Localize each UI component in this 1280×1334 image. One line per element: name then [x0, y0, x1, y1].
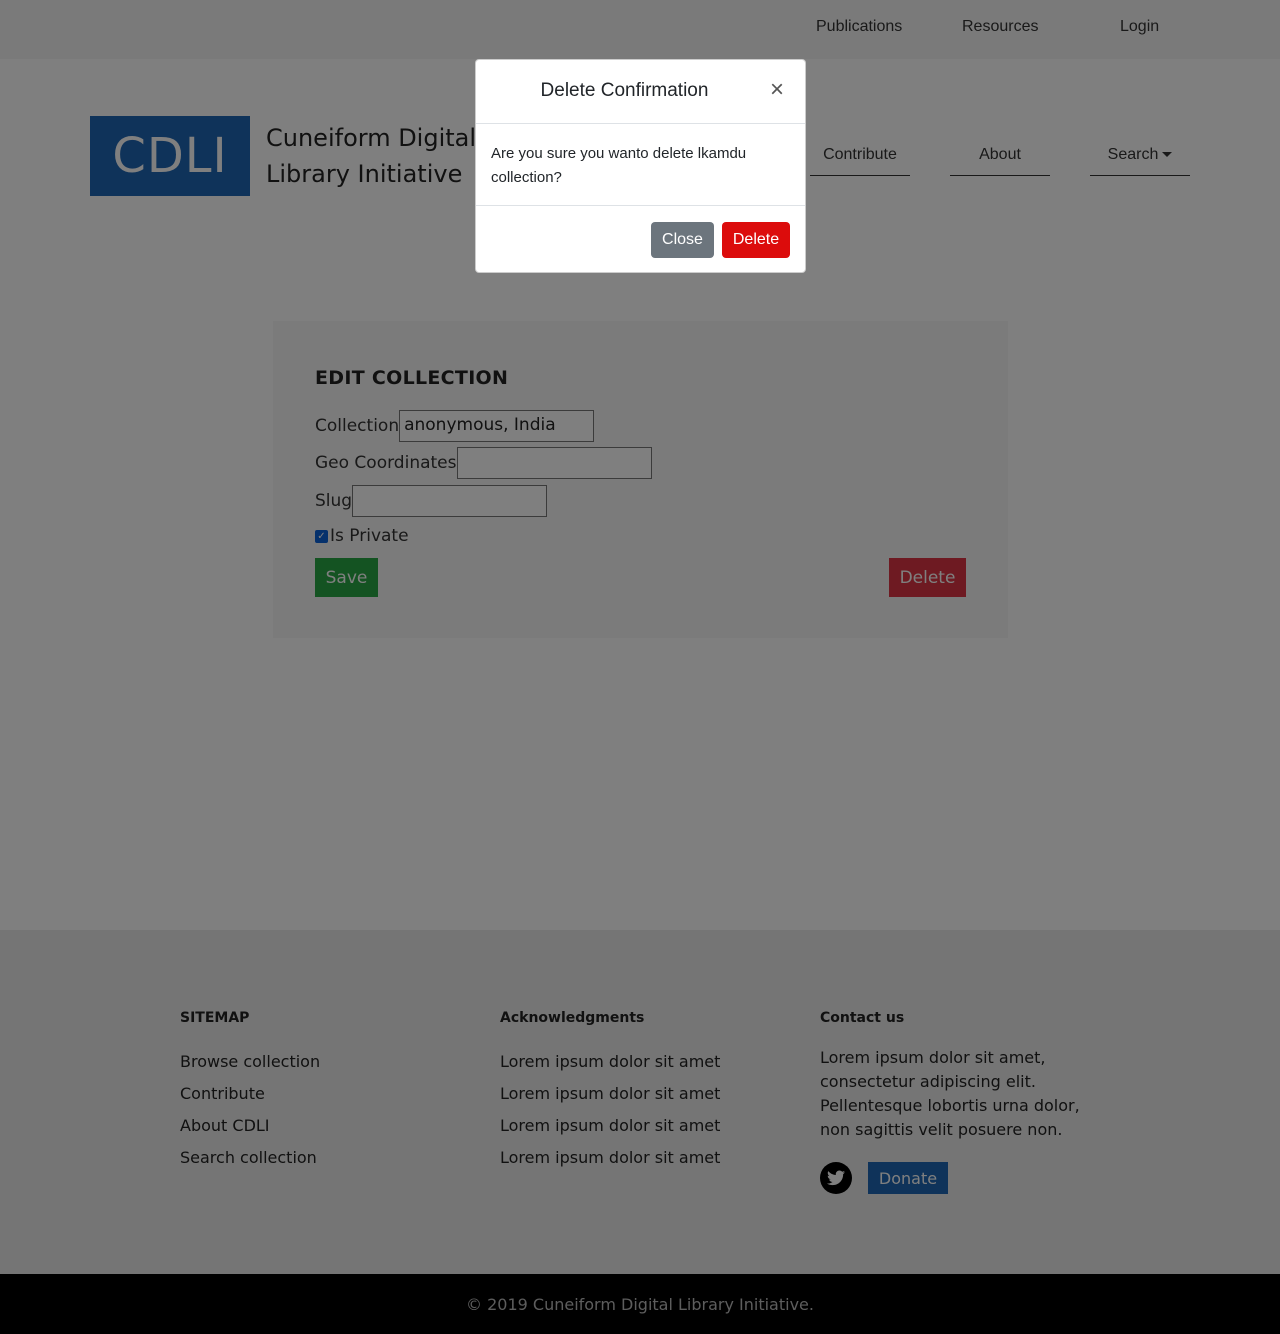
modal-delete-button[interactable]: Delete — [722, 222, 790, 258]
modal-body: Are you sure you wanto delete lkamdu col… — [476, 124, 805, 206]
modal-header: Delete Confirmation × — [476, 60, 805, 124]
close-icon[interactable]: × — [767, 78, 787, 102]
modal-footer: Close Delete — [476, 206, 805, 272]
modal-close-button[interactable]: Close — [651, 222, 714, 258]
modal-title: Delete Confirmation — [540, 80, 709, 101]
delete-confirmation-modal: Delete Confirmation × Are you sure you w… — [475, 59, 806, 273]
